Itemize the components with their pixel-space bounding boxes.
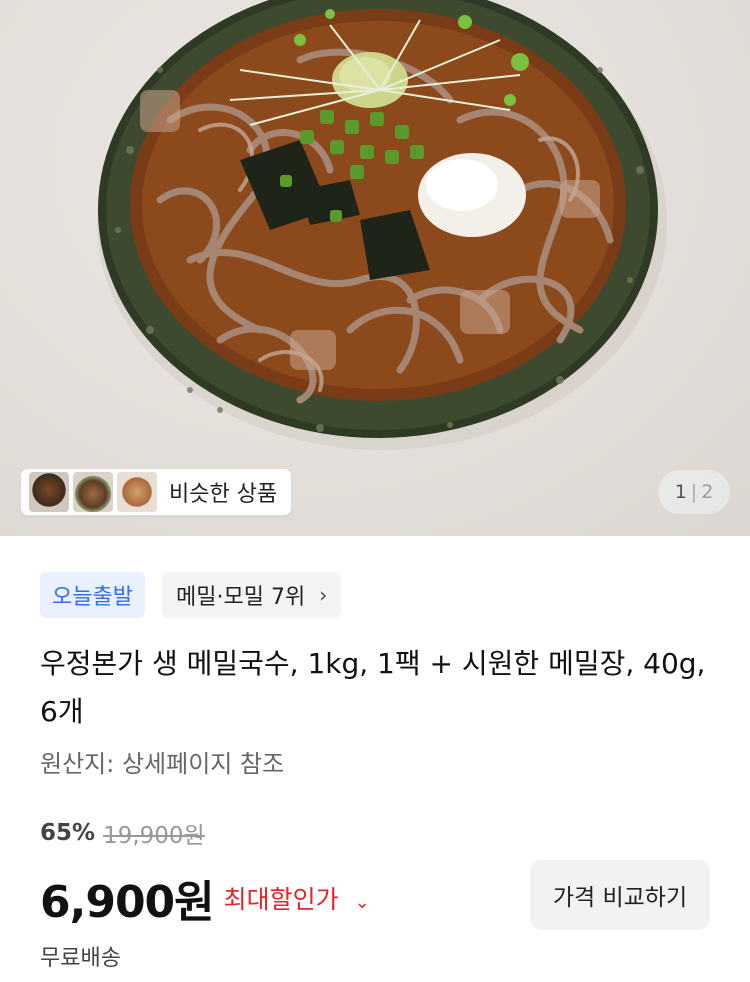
- today-shipping-label: 오늘출발: [52, 585, 133, 610]
- similar-product-thumbnail: [73, 472, 113, 512]
- chevron-right-icon: ›: [319, 583, 328, 607]
- shipping-info: 무료배송: [40, 946, 121, 971]
- noodle-bowl-illustration: [97, 0, 667, 450]
- price-compare-button[interactable]: 가격 비교하기: [530, 860, 710, 930]
- total-pages: 2: [701, 481, 714, 503]
- discount-row: 65% 19,900원: [40, 816, 205, 850]
- product-image[interactable]: 비슷한 상품 1 | 2: [0, 0, 750, 536]
- image-page-indicator: 1 | 2: [658, 470, 730, 514]
- today-shipping-badge: 오늘출발: [40, 572, 145, 618]
- price-row: 6,900원 최대할인가 ⌄: [40, 866, 370, 930]
- max-discount-dropdown[interactable]: 최대할인가 ⌄: [224, 880, 370, 916]
- category-rank-link[interactable]: 메밀·모밀 7위 ›: [162, 572, 342, 618]
- product-title: 우정본가 생 메밀국수, 1kg, 1팩 + 시원한 메밀장, 40g, 6개: [40, 647, 706, 728]
- similar-products-label: 비슷한 상품: [169, 482, 278, 507]
- similar-product-thumbnail: [29, 472, 69, 512]
- similar-products-button[interactable]: 비슷한 상품: [20, 468, 293, 516]
- sale-price: 6,900원: [40, 877, 215, 928]
- similar-product-thumbnail: [117, 472, 157, 512]
- current-page: 1: [674, 481, 687, 503]
- category-rank-label: 메밀·모밀 7위: [176, 585, 306, 610]
- original-price: 19,900원: [103, 823, 205, 849]
- product-origin: 원산지: 상세페이지 참조: [40, 750, 285, 778]
- page-separator: |: [690, 481, 698, 503]
- discount-rate: 65%: [40, 820, 96, 846]
- max-discount-label: 최대할인가: [223, 885, 339, 914]
- chevron-down-icon: ⌄: [354, 892, 370, 913]
